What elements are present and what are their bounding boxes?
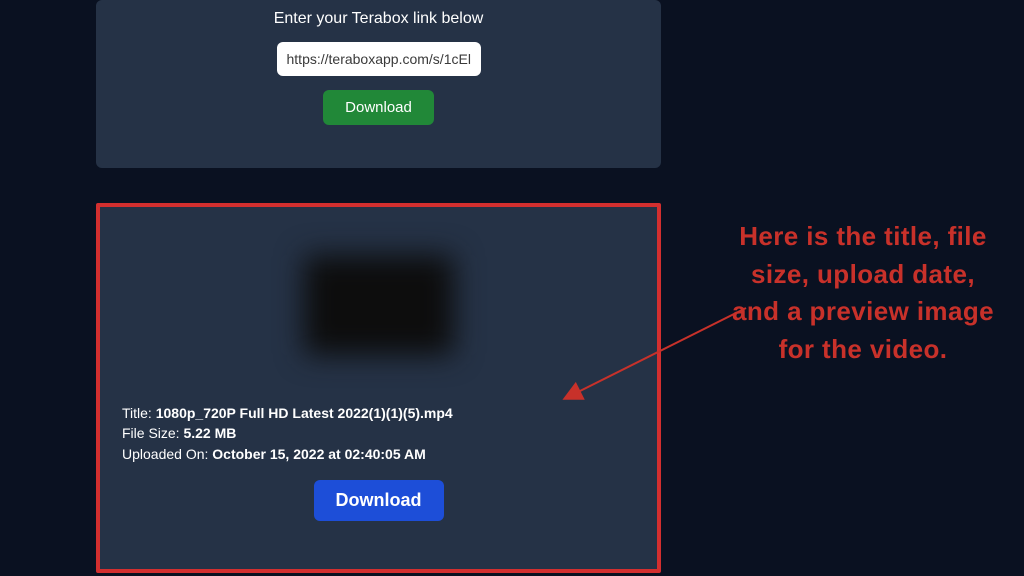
download-button[interactable]: Download (323, 90, 434, 125)
annotation-text: Here is the title, file size, upload dat… (728, 218, 998, 369)
input-card-title: Enter your Terabox link below (274, 10, 484, 28)
meta-size-value: 5.22 MB (183, 425, 236, 441)
meta-uploaded-row: Uploaded On: October 15, 2022 at 02:40:0… (122, 444, 657, 464)
video-preview-thumbnail (304, 255, 454, 355)
meta-title-label: Title: (122, 405, 156, 421)
meta-title-row: Title: 1080p_720P Full HD Latest 2022(1)… (122, 403, 657, 423)
terabox-url-input[interactable] (277, 42, 481, 76)
meta-size-label: File Size: (122, 425, 183, 441)
video-metadata-block: Title: 1080p_720P Full HD Latest 2022(1)… (100, 403, 657, 464)
meta-size-row: File Size: 5.22 MB (122, 423, 657, 443)
meta-uploaded-label: Uploaded On: (122, 446, 212, 462)
result-download-button[interactable]: Download (314, 480, 444, 521)
meta-uploaded-value: October 15, 2022 at 02:40:05 AM (212, 446, 425, 462)
result-card: Title: 1080p_720P Full HD Latest 2022(1)… (96, 203, 661, 573)
meta-title-value: 1080p_720P Full HD Latest 2022(1)(1)(5).… (156, 405, 453, 421)
link-input-card: Enter your Terabox link below Download (96, 0, 661, 168)
